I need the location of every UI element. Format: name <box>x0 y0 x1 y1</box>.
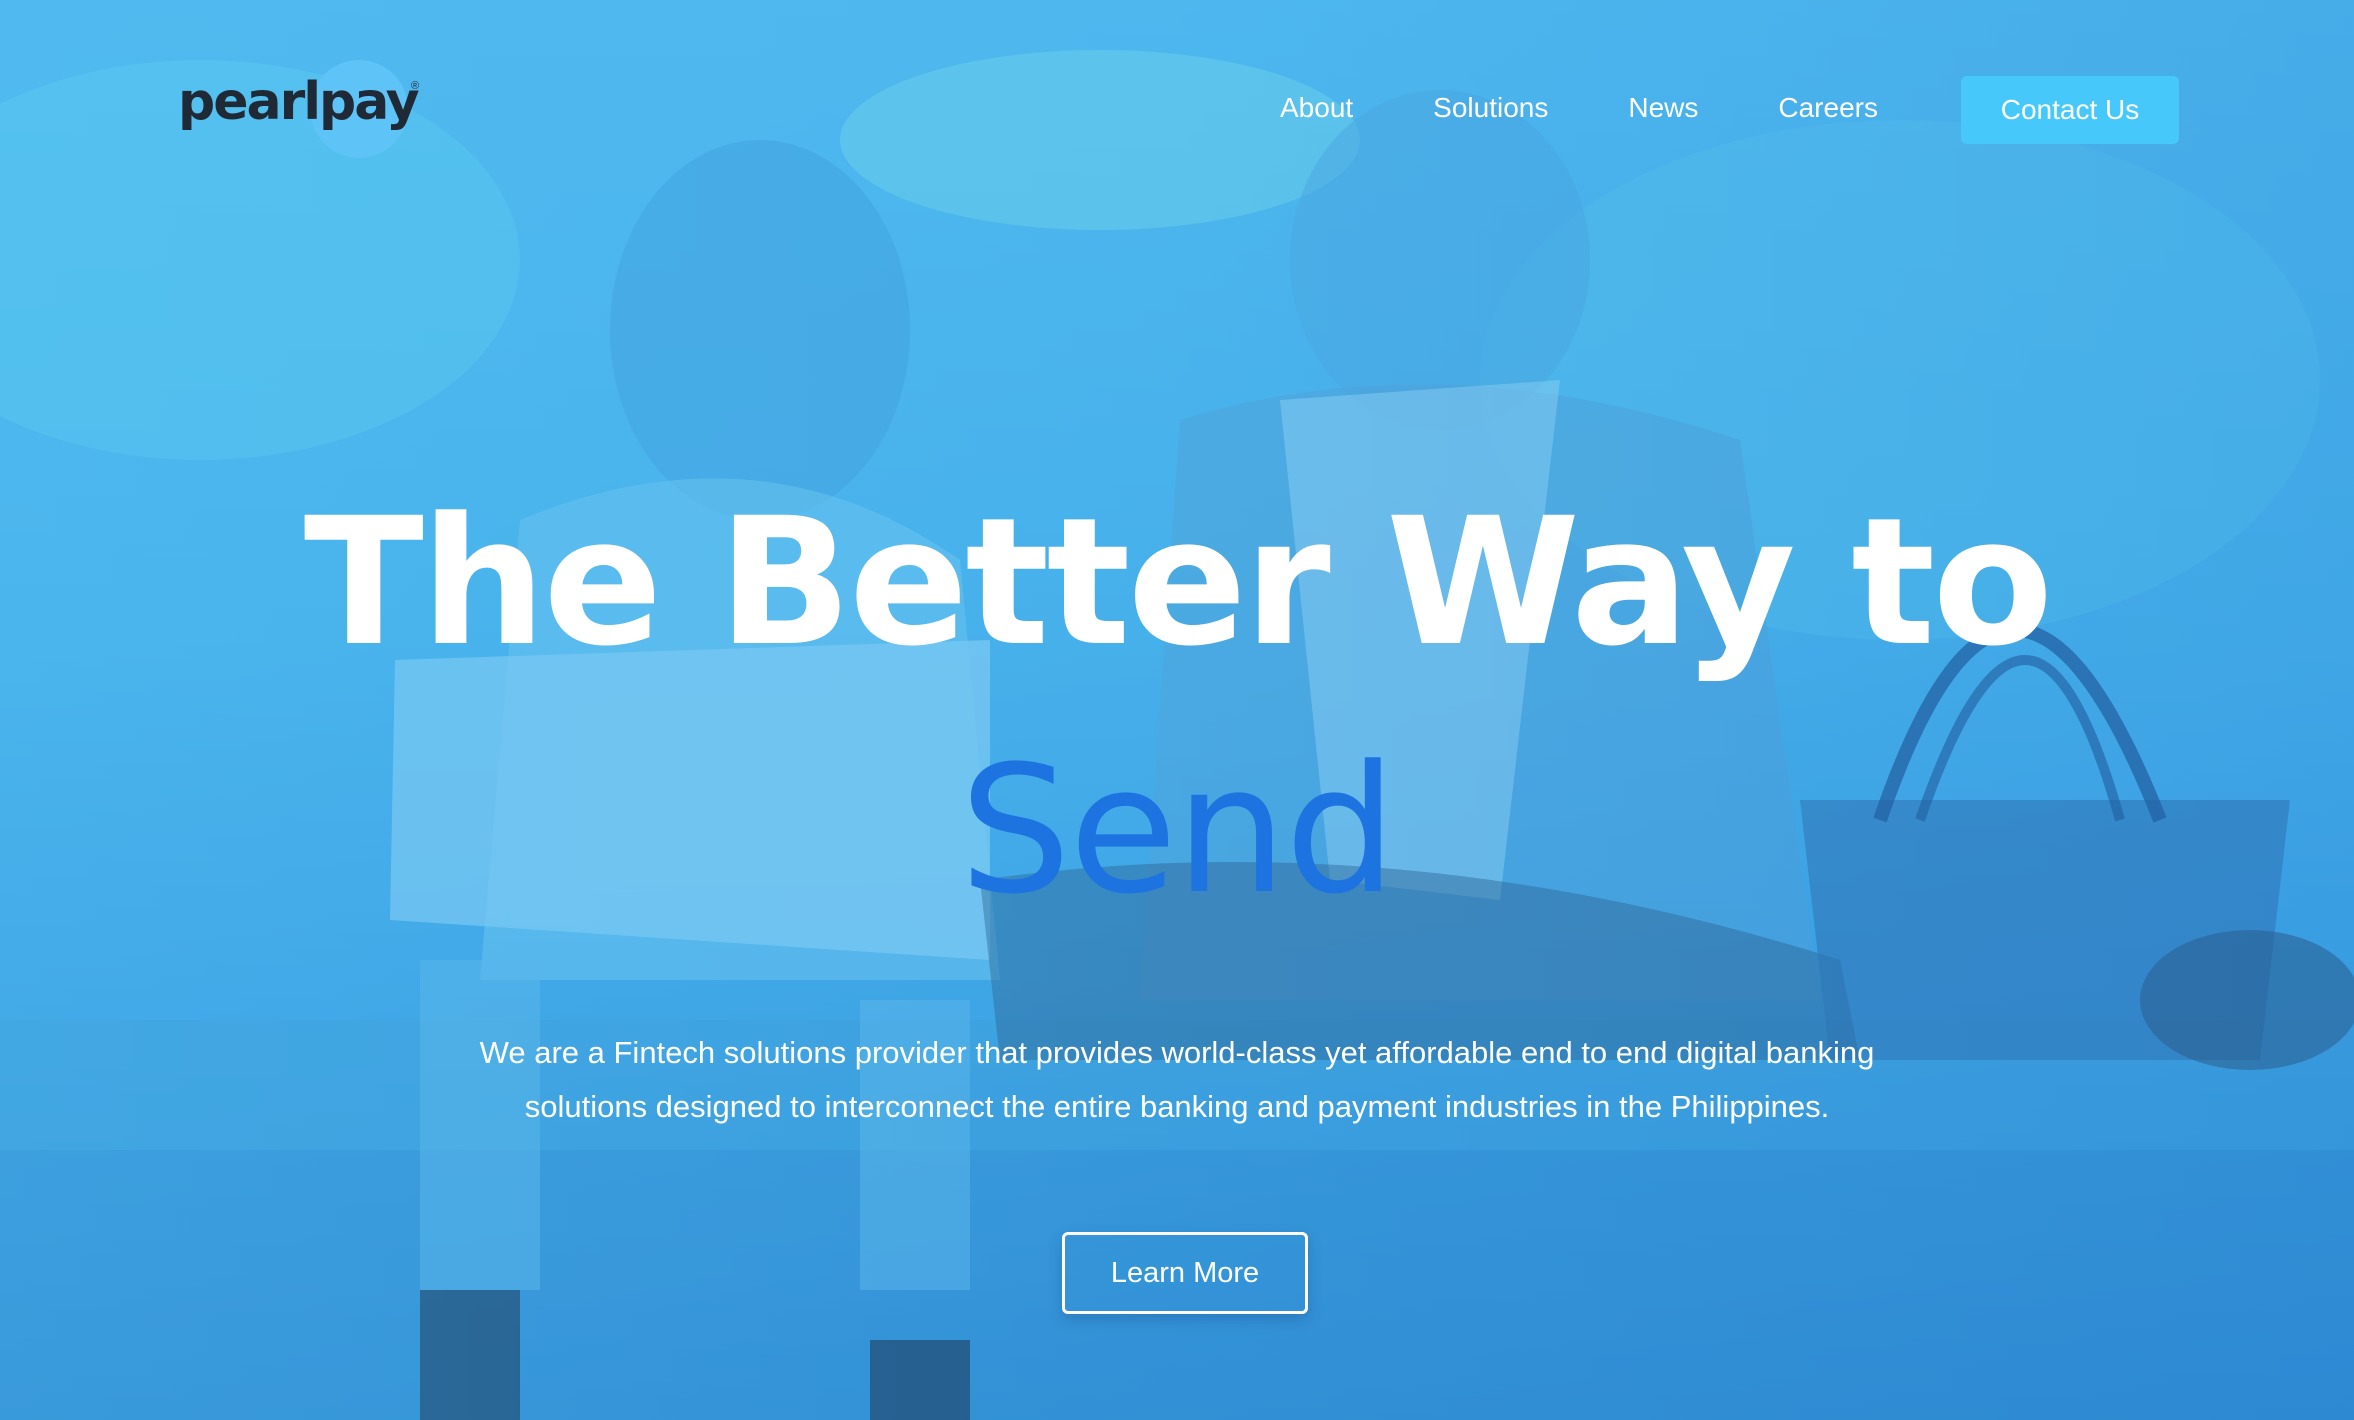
nav-item-about[interactable]: About <box>1280 76 1353 140</box>
learn-more-button[interactable]: Learn More <box>1062 1232 1308 1314</box>
hero-headline-accent: Send <box>959 728 1396 933</box>
nav-item-news[interactable]: News <box>1628 76 1698 140</box>
contact-us-button[interactable]: Contact Us <box>1961 76 2179 144</box>
hero-section: pearlpay ® About Solutions News Careers … <box>0 0 2354 1420</box>
registered-mark: ® <box>411 80 420 92</box>
pearlpay-logo[interactable]: pearlpay ® <box>178 58 420 162</box>
top-navigation: pearlpay ® About Solutions News Careers … <box>0 0 2354 220</box>
hero-headline: The Better Way to <box>303 480 2053 685</box>
nav-item-solutions[interactable]: Solutions <box>1433 76 1548 140</box>
logo-wordmark: pearlpay <box>178 72 420 132</box>
hero-subtitle-line-2: solutions designed to interconnect the e… <box>524 1089 1830 1124</box>
nav-links: About Solutions News Careers <box>1240 76 1958 140</box>
nav-item-careers[interactable]: Careers <box>1778 76 1878 140</box>
hero-subtitle-line-1: We are a Fintech solutions provider that… <box>479 1035 1875 1070</box>
hero-subtitle: We are a Fintech solutions provider that… <box>377 1026 1977 1134</box>
